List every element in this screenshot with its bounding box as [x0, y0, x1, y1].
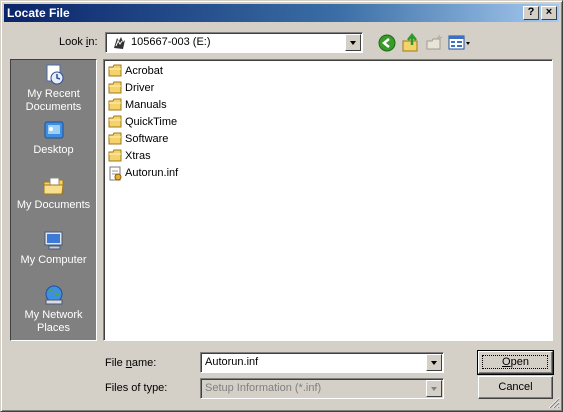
open-button[interactable]: Open — [477, 350, 554, 375]
place-my-network-places[interactable]: My Network Places — [11, 285, 96, 335]
look-in-combo[interactable]: 105667-003 (E:) — [105, 32, 363, 53]
file-name-input[interactable]: Autorun.inf — [205, 356, 258, 368]
folder-icon — [108, 149, 123, 165]
network-places-icon — [42, 285, 66, 307]
file-list[interactable]: Acrobat Driver Manuals QuickTime Softwar… — [103, 59, 553, 341]
place-my-recent-documents[interactable]: My Recent Documents — [11, 64, 96, 114]
my-computer-icon — [42, 230, 66, 252]
back-arrow-icon[interactable] — [377, 33, 397, 53]
new-folder-icon[interactable] — [425, 33, 445, 53]
cd-drive-icon — [111, 35, 127, 54]
folder-icon — [108, 98, 123, 114]
folder-icon — [108, 81, 123, 97]
files-of-type-dropdown-button — [426, 380, 442, 397]
look-in-dropdown-button[interactable] — [345, 34, 361, 51]
title-bar[interactable]: Locate File ? × — [4, 4, 559, 22]
look-in-label: Look in: — [59, 36, 98, 48]
place-my-computer[interactable]: My Computer — [11, 230, 96, 267]
close-button[interactable]: × — [541, 6, 557, 20]
my-documents-icon — [42, 175, 66, 197]
desktop-icon — [42, 120, 66, 142]
files-of-type-combo: Setup Information (*.inf) — [200, 378, 444, 399]
locate-file-dialog: Locate File ? × Look in: 105667-003 (E:) — [0, 0, 563, 412]
place-desktop[interactable]: Desktop — [11, 120, 96, 157]
setup-file-icon — [108, 166, 123, 184]
place-my-documents[interactable]: My Documents — [11, 175, 96, 212]
file-name-dropdown-button[interactable] — [426, 354, 442, 371]
folder-icon — [108, 115, 123, 131]
look-in-value: 105667-003 (E:) — [131, 36, 211, 48]
files-of-type-label: Files of type: — [105, 382, 168, 394]
help-button[interactable]: ? — [523, 6, 539, 20]
file-name-combo[interactable]: Autorun.inf — [200, 352, 444, 373]
file-name-label: File name: — [105, 357, 157, 369]
up-folder-icon[interactable] — [401, 32, 421, 53]
recent-documents-icon — [42, 64, 66, 86]
resize-grip-icon[interactable] — [548, 397, 560, 409]
window-title: Locate File — [7, 6, 70, 20]
views-menu-icon[interactable] — [448, 33, 472, 53]
places-bar: My Recent Documents Desktop My Documents… — [10, 59, 97, 341]
folder-icon — [108, 132, 123, 148]
folder-icon — [108, 64, 123, 80]
cancel-button[interactable]: Cancel — [478, 376, 553, 399]
files-of-type-value: Setup Information (*.inf) — [205, 382, 322, 394]
